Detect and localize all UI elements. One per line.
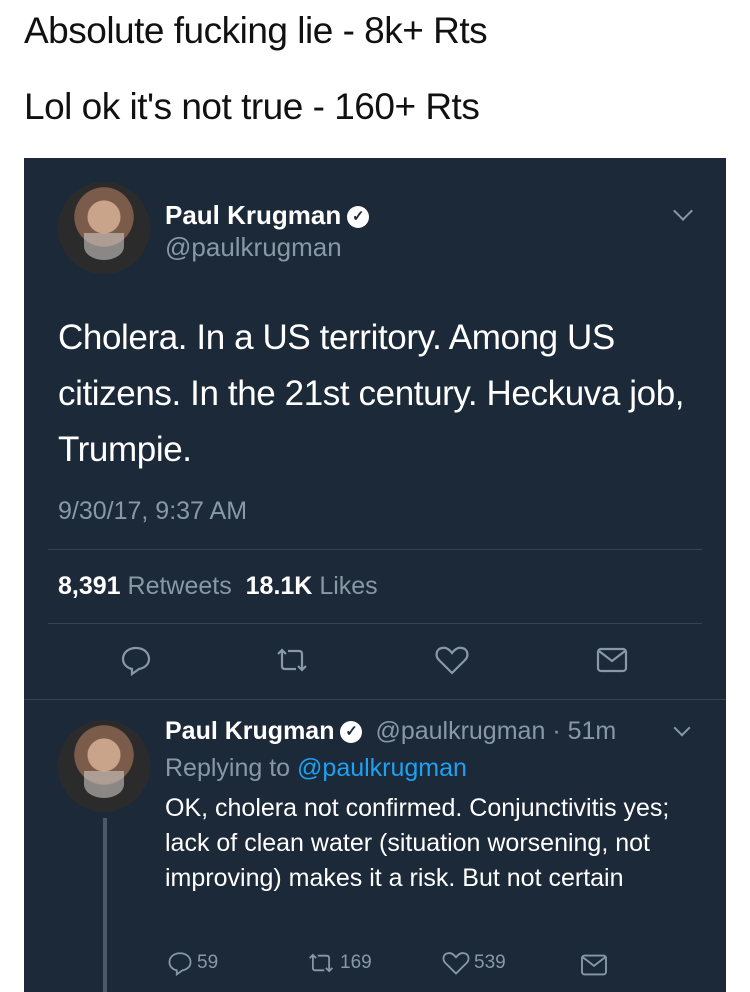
reply-icon [121, 646, 151, 676]
divider [48, 549, 702, 550]
reply-author-name-text: Paul Krugman [165, 717, 335, 745]
reply-button[interactable]: 59 [167, 950, 218, 976]
tweet-timestamp[interactable]: 9/30/17, 9:37 AM [58, 497, 247, 526]
chevron-down-icon[interactable] [673, 719, 691, 737]
tweet-stats: 8,391 Retweets 18.1K Likes [58, 572, 378, 601]
replying-prefix: Replying to [165, 754, 291, 782]
divider [24, 699, 726, 700]
author-handle[interactable]: @paulkrugman [165, 232, 342, 263]
reply-tweet-text: OK, cholera not confirmed. Conjunctiviti… [165, 794, 670, 892]
caption-line-1: Absolute fucking lie - 8k+ Rts [24, 10, 488, 51]
reply-time[interactable]: · 51m [552, 717, 616, 745]
retweet-button[interactable]: 169 [306, 950, 372, 976]
avatar[interactable] [58, 182, 150, 274]
retweets-label[interactable]: Retweets [128, 572, 232, 600]
verified-badge-icon: ✓ [340, 721, 363, 744]
retweets-count[interactable]: 8,391 [58, 572, 121, 600]
reply-author-name[interactable]: Paul Krugman ✓ @paulkrugman · 51m [165, 717, 616, 746]
replying-handle-link[interactable]: @paulkrugman [297, 754, 467, 782]
retweet-button[interactable] [274, 644, 310, 676]
reply-button[interactable] [120, 644, 152, 676]
like-count: 539 [474, 952, 506, 973]
reply-author-handle[interactable]: @paulkrugman [375, 717, 545, 745]
divider [48, 623, 702, 624]
share-mail-button[interactable] [580, 953, 608, 977]
reply-count: 59 [197, 952, 219, 973]
likes-label[interactable]: Likes [319, 572, 377, 600]
chevron-down-icon[interactable] [673, 201, 693, 221]
like-icon [442, 952, 470, 975]
replying-to: Replying to @paulkrugman [165, 754, 467, 783]
share-mail-icon [581, 954, 607, 976]
retweet-icon [308, 953, 334, 973]
reply-icon [168, 952, 192, 976]
retweet-count: 169 [340, 952, 372, 973]
like-button[interactable] [435, 644, 469, 676]
tweet-screenshot-card: Paul Krugman ✓ @paulkrugman Cholera. In a… [24, 158, 726, 992]
retweet-icon [277, 648, 307, 672]
tweet-text: Cholera. In a US territory. Among US cit… [58, 318, 685, 469]
like-button[interactable]: 539 [442, 950, 506, 976]
share-mail-icon [596, 647, 628, 673]
reply-avatar[interactable] [58, 720, 150, 812]
author-name-text: Paul Krugman [165, 200, 342, 230]
verified-badge-icon: ✓ [347, 206, 370, 229]
author-name[interactable]: Paul Krugman ✓ [165, 200, 370, 231]
thread-line [103, 818, 107, 992]
caption-line-2: Lol ok it's not true - 160+ Rts [24, 86, 480, 127]
share-mail-button[interactable] [596, 646, 628, 674]
like-icon [435, 646, 469, 675]
likes-count[interactable]: 18.1K [246, 572, 313, 600]
